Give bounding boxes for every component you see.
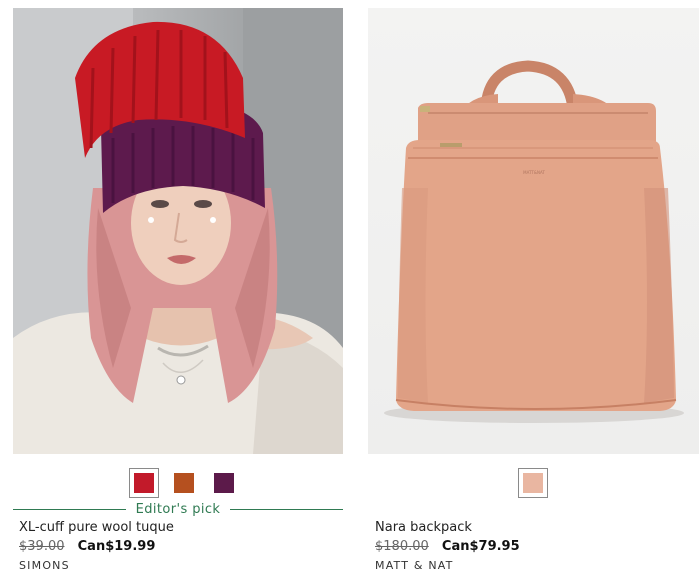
product-card-tuque[interactable] xyxy=(13,8,343,498)
original-price-tuque: $39.00 xyxy=(19,539,65,554)
price-row-backpack: $180.00 Can$79.95 xyxy=(375,539,520,555)
brand-backpack[interactable]: MATT & NAT xyxy=(375,559,520,572)
swatch-chip-red xyxy=(134,473,154,493)
divider-line-left xyxy=(13,508,126,510)
product-image-tuque[interactable] xyxy=(13,8,343,454)
original-price-backpack: $180.00 xyxy=(375,539,429,554)
sale-price-backpack: Can$79.95 xyxy=(441,539,520,554)
product-card-backpack[interactable]: MATT&NAT xyxy=(368,8,699,498)
product-info-backpack: Nara backpack $180.00 Can$79.95 MATT & N… xyxy=(375,520,520,572)
divider-line-right xyxy=(230,508,344,510)
color-swatches-backpack xyxy=(518,468,548,498)
swatch-purple[interactable] xyxy=(209,468,239,498)
model-photo xyxy=(13,8,343,454)
brand-tuque[interactable]: SIMONS xyxy=(19,559,174,572)
swatch-blush[interactable] xyxy=(518,468,548,498)
color-swatches-tuque xyxy=(129,468,239,498)
swatch-red[interactable] xyxy=(129,468,159,498)
swatch-orange[interactable] xyxy=(169,468,199,498)
editors-pick-label: Editor's pick xyxy=(135,501,221,517)
swatch-chip-orange xyxy=(174,473,194,493)
product-image-backpack[interactable]: MATT&NAT xyxy=(368,8,699,454)
product-name-tuque[interactable]: XL-cuff pure wool tuque xyxy=(19,520,174,536)
swatch-chip-blush xyxy=(523,473,543,493)
swatch-chip-purple xyxy=(214,473,234,493)
svg-text:MATT&NAT: MATT&NAT xyxy=(523,170,545,175)
editors-pick-banner: Editor's pick xyxy=(13,500,344,518)
price-row-tuque: $39.00 Can$19.99 xyxy=(19,539,174,555)
backpack-photo: MATT&NAT xyxy=(384,60,684,423)
product-info-tuque: XL-cuff pure wool tuque $39.00 Can$19.99… xyxy=(19,520,174,572)
sale-price-tuque: Can$19.99 xyxy=(77,539,156,554)
product-name-backpack[interactable]: Nara backpack xyxy=(375,520,520,536)
